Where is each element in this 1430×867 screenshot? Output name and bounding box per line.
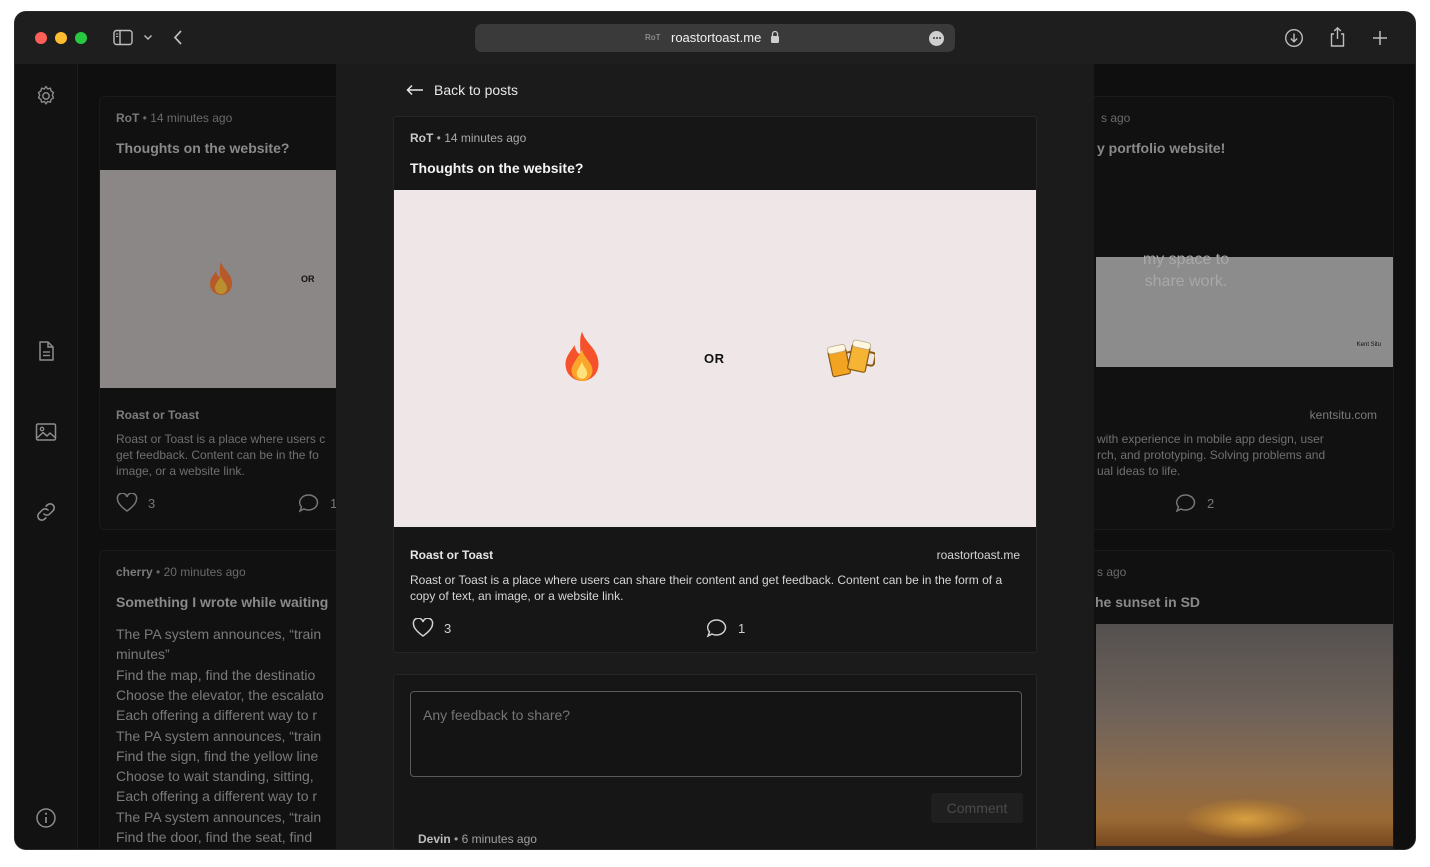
fire-icon — [565, 331, 599, 381]
heart-icon — [412, 618, 434, 637]
comment-icon — [706, 619, 727, 638]
preview-or-text: OR — [301, 274, 315, 284]
post-card[interactable]: cherry • 20 minutes ago Something I wrot… — [99, 550, 349, 849]
post-title: Thoughts on the website? — [116, 140, 290, 156]
sea-horizon — [1096, 846, 1393, 849]
like-count: 3 — [148, 495, 156, 511]
post-body-line: The PA system announces, “train — [116, 727, 322, 744]
back-arrow-icon[interactable] — [173, 29, 183, 46]
feedback-input[interactable] — [410, 691, 1022, 777]
comment-count: 2 — [1207, 495, 1215, 511]
post-body-line: The PA system announces, “train — [116, 626, 322, 642]
site-favicon: RoT — [645, 33, 661, 42]
address-bar[interactable]: RoT roastortoast.me — [475, 24, 955, 52]
post-body-line: Find the map, find the destinatio — [116, 666, 316, 683]
post-card[interactable]: s ago he sunset in SD — [1060, 550, 1394, 849]
comment-count: 1 — [738, 620, 746, 636]
post-body-line: minutes” — [116, 646, 170, 663]
download-icon[interactable] — [1284, 28, 1304, 48]
like-count: 3 — [444, 620, 452, 636]
lock-icon — [771, 30, 779, 43]
like-button[interactable]: 3 — [116, 493, 155, 513]
share-icon[interactable] — [1329, 26, 1346, 48]
link-icon[interactable] — [34, 500, 58, 524]
link-description: Roast or Toast is a place where users ca… — [410, 573, 1003, 603]
link-description-line: with experience in mobile app design, us… — [1097, 432, 1324, 446]
sun-glow — [1186, 799, 1306, 839]
link-title: Roast or Toast — [410, 548, 494, 562]
comment-time: 6 minutes ago — [461, 832, 537, 846]
link-description-line: get feedback. Content can be in the fo — [116, 448, 319, 462]
post-time: 14 minutes ago — [444, 131, 527, 145]
post-detail-panel: Back to posts RoT • 14 minutes ago Thoug… — [336, 64, 1094, 849]
preview-text: my space to share work. — [1142, 251, 1230, 290]
image-icon[interactable] — [34, 420, 58, 444]
browser-window: RoT roastortoast.me RoT • 14 minutes ago… — [15, 12, 1415, 849]
post-card-detail: RoT • 14 minutes ago Thoughts on the web… — [393, 116, 1037, 653]
post-title: Thoughts on the website? — [410, 160, 584, 176]
page-content: RoT • 14 minutes ago Thoughts on the web… — [15, 64, 1415, 849]
post-body-line: Choose to wait standing, sitting, — [116, 768, 314, 785]
link-description-line: Roast or Toast is a place where users c — [116, 432, 326, 446]
post-card[interactable]: s ago y portfolio website! Kent Situ my … — [1060, 96, 1394, 530]
post-meta: s ago — [1097, 565, 1127, 579]
preview-signature: Kent Situ — [1356, 342, 1381, 348]
zoom-window-button[interactable] — [75, 32, 87, 44]
comment-icon — [298, 494, 319, 513]
post-body-line: Find the door, find the seat, find — [116, 829, 313, 845]
minimize-window-button[interactable] — [55, 32, 67, 44]
post-body-line: Choose the elevator, the escalato — [116, 686, 324, 703]
link-description-line: ual ideas to life. — [1097, 464, 1181, 478]
chevron-down-icon[interactable] — [143, 34, 153, 41]
post-body-line: Each offering a different way to r — [116, 788, 318, 805]
comment-section: Comment Devin • 6 minutes ago — [393, 674, 1037, 849]
post-title: he sunset in SD — [1095, 594, 1201, 610]
link-description-line: image, or a website link. — [116, 464, 245, 478]
post-meta: s ago — [1101, 111, 1131, 125]
comment-author[interactable]: Devin — [418, 832, 451, 846]
website-preview-image[interactable]: OR — [394, 190, 1036, 527]
back-label: Back to posts — [434, 82, 519, 98]
document-icon[interactable] — [34, 339, 58, 363]
post-body-line: The PA system announces, “train — [116, 808, 322, 825]
like-button[interactable]: 3 — [412, 618, 451, 638]
post-meta: RoT • 14 minutes ago — [116, 111, 233, 125]
address-url: roastortoast.me — [671, 30, 762, 45]
fire-icon — [210, 262, 232, 295]
arrow-left-icon — [406, 84, 423, 96]
post-author[interactable]: RoT — [410, 131, 433, 145]
comment-submit-button[interactable]: Comment — [931, 793, 1023, 823]
close-window-button[interactable] — [35, 32, 47, 44]
browser-toolbar: RoT roastortoast.me — [15, 12, 1415, 64]
post-meta: RoT • 14 minutes ago — [410, 131, 527, 145]
post-title: Something I wrote while waiting — [116, 594, 329, 610]
preview-or-text: OR — [704, 351, 725, 366]
comment-button[interactable]: 2 — [1175, 493, 1214, 513]
post-title: y portfolio website! — [1097, 140, 1226, 156]
post-body-line: Find the sign, find the yellow line — [116, 747, 319, 764]
comment-meta: Devin • 6 minutes ago — [418, 832, 537, 846]
post-card[interactable]: RoT • 14 minutes ago Thoughts on the web… — [99, 96, 349, 530]
beer-mugs-icon — [827, 339, 875, 378]
post-preview-image: OR — [100, 170, 348, 388]
post-body-line: Each offering a different way to r — [116, 707, 318, 724]
heart-icon — [116, 493, 138, 512]
gear-icon[interactable] — [34, 84, 58, 108]
sunset-photo — [1096, 624, 1393, 849]
link-domain: kentsitu.com — [1309, 408, 1377, 422]
link-domain[interactable]: roastortoast.me — [937, 548, 1020, 562]
post-meta: cherry • 20 minutes ago — [116, 565, 246, 579]
new-tab-icon[interactable] — [1372, 30, 1388, 46]
page-menu-icon[interactable] — [929, 31, 944, 46]
comment-button[interactable]: 1 — [298, 493, 337, 513]
link-description-line: rch, and prototyping. Solving problems a… — [1097, 448, 1326, 462]
comment-button[interactable]: 1 — [706, 618, 745, 638]
app-sidebar — [15, 64, 78, 849]
link-title: Roast or Toast — [116, 408, 200, 422]
back-to-posts-link[interactable]: Back to posts — [406, 82, 518, 98]
sidebar-toggle-icon[interactable] — [113, 29, 133, 46]
comment-icon — [1175, 494, 1196, 513]
info-icon[interactable] — [34, 806, 58, 830]
